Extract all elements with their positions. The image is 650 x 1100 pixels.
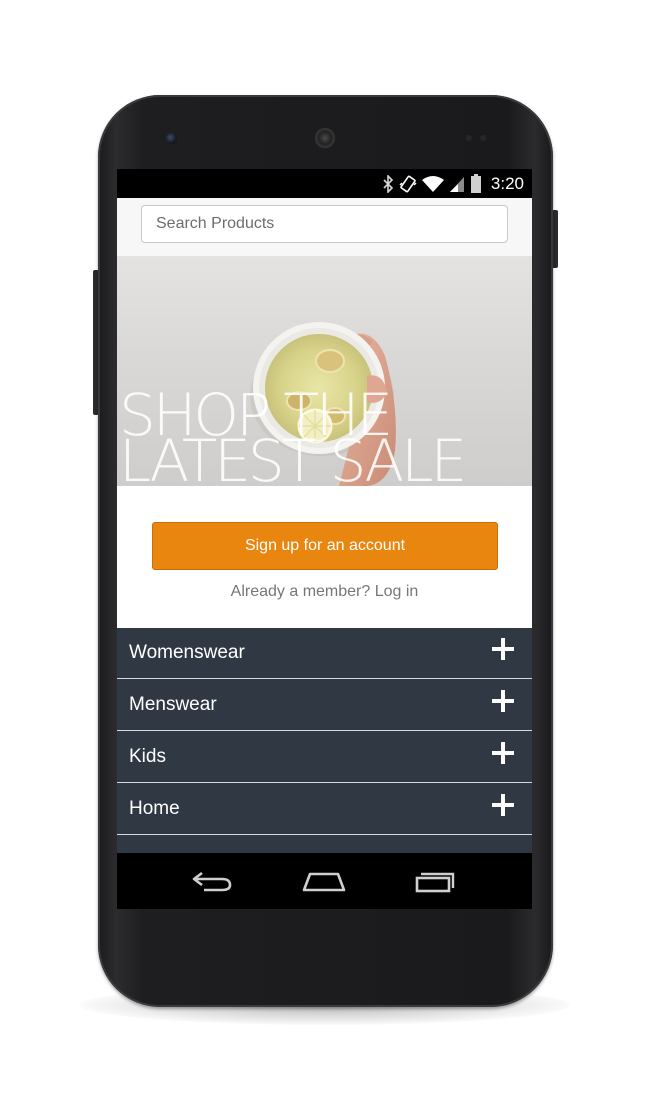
battery-icon (470, 173, 482, 194)
category-label: Home (129, 798, 180, 819)
login-link[interactable]: Log in (375, 583, 419, 600)
recent-apps-icon (415, 872, 455, 893)
category-kids[interactable]: Kids (117, 732, 532, 783)
member-prompt-text: Already a member? (230, 583, 371, 600)
home-button[interactable] (294, 861, 354, 901)
android-nav-bar (117, 853, 532, 909)
status-bar: 3:20 (117, 169, 532, 198)
category-label: Kids (129, 746, 166, 767)
account-cta: Sign up for an account Already a member?… (117, 486, 532, 628)
light-sensor (480, 135, 486, 141)
status-clock: 3:20 (490, 173, 524, 193)
vibrate-icon (399, 175, 417, 193)
category-list: Womenswear Menswear Kids Home (117, 628, 532, 853)
phone-screen: 3:20 Search Products SHOP THE LATEST SAL… (117, 169, 532, 909)
signal-icon (449, 175, 465, 193)
hero-banner[interactable]: SHOP THE LATEST SALE (117, 256, 532, 486)
signup-button[interactable]: Sign up for an account (152, 522, 498, 570)
hero-title-line-2: LATEST SALE (119, 427, 467, 486)
home-icon (303, 872, 346, 892)
shop-app: SHOP THE LATEST SALE Sign up for an acco… (117, 198, 532, 853)
login-prompt: Already a member? Log in (117, 583, 532, 601)
proximity-sensor (466, 135, 472, 141)
category-home[interactable]: Home (117, 784, 532, 835)
back-button[interactable] (183, 861, 243, 901)
wifi-icon (421, 175, 444, 193)
plus-icon[interactable] (492, 638, 514, 660)
category-label: Womenswear (129, 642, 245, 663)
recent-apps-button[interactable] (406, 861, 466, 901)
bluetooth-icon (382, 174, 394, 193)
category-label: Menswear (129, 694, 217, 715)
back-icon (192, 871, 232, 892)
front-camera-icon (166, 133, 177, 144)
plus-icon[interactable] (492, 794, 514, 816)
search-bar (117, 198, 532, 256)
earpiece-speaker (315, 128, 335, 148)
category-womenswear[interactable]: Womenswear (117, 628, 532, 679)
plus-icon[interactable] (492, 690, 514, 712)
plus-icon[interactable] (492, 742, 514, 764)
search-input[interactable] (141, 205, 508, 243)
category-menswear[interactable]: Menswear (117, 680, 532, 731)
